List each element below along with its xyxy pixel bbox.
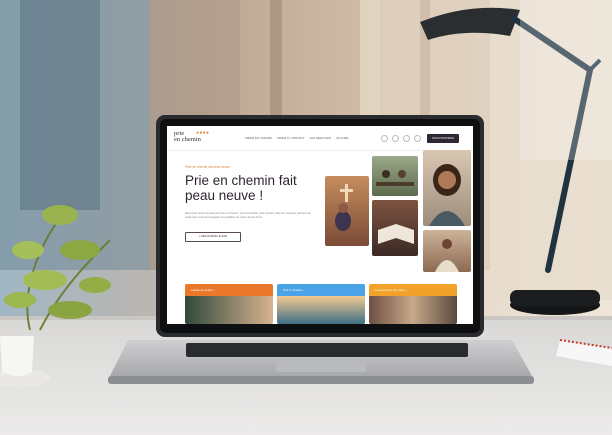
site-header: prie en chemin ●●●● PRIER EN CHEMIN PRIE… xyxy=(167,126,473,151)
tile-label: Laisse-toi guider › xyxy=(191,288,215,292)
hero-description: Découvrez notre nouveau site Prie en Che… xyxy=(185,212,311,219)
tile-image-landscape xyxy=(277,296,365,324)
support-button[interactable]: NOUS SOUTENIR xyxy=(427,134,459,143)
nav-item[interactable]: LES SERVICES xyxy=(310,136,332,140)
nav-item[interactable]: PRIER À L'INSTANT xyxy=(277,136,305,140)
hero-kicker: Prier en chemin fait peau neuve xyxy=(185,165,231,169)
website-screen: prie en chemin ●●●● PRIER EN CHEMIN PRIE… xyxy=(167,126,473,324)
photo-scene: prie en chemin ●●●● PRIER EN CHEMIN PRIE… xyxy=(0,0,612,435)
logo-line2: en chemin xyxy=(174,136,201,143)
tile-guide[interactable]: Laisse-toi guider › xyxy=(185,284,273,324)
hero-title-line1: Prie en chemin fait xyxy=(185,173,297,188)
hero-title-line2: peau neuve ! xyxy=(185,188,264,203)
language-icon[interactable] xyxy=(403,135,410,142)
feature-tiles: Laisse-toi guider › Prie à l'instant › L… xyxy=(185,284,457,324)
portrait-scene xyxy=(429,164,465,226)
praying-scene xyxy=(435,239,459,272)
book-scene xyxy=(378,224,414,244)
logo-dots-icon: ●●●● xyxy=(196,131,210,136)
search-icon[interactable] xyxy=(381,135,388,142)
nav-item[interactable]: PRIER EN CHEMIN xyxy=(245,136,272,140)
discover-button[interactable]: + DÉCOUVRIR LE SITE xyxy=(185,232,241,242)
main-nav: PRIER EN CHEMIN PRIER À L'INSTANT LES SE… xyxy=(245,136,349,140)
nav-item[interactable]: ACCUEIL xyxy=(336,136,349,140)
photo-bench xyxy=(372,156,418,196)
tile-label: Prie à l'instant › xyxy=(283,288,304,292)
hero-title: Prie en chemin fait peau neuve ! xyxy=(185,173,325,203)
tile-paths[interactable]: Les parcours de prière › xyxy=(369,284,457,324)
header-icons xyxy=(381,135,421,142)
site-logo[interactable]: prie en chemin ●●●● xyxy=(174,130,212,143)
bench-scene xyxy=(376,170,414,186)
photo-reading xyxy=(372,200,418,256)
photo-church-prayer xyxy=(325,176,369,246)
tile-image-hands xyxy=(185,296,273,324)
photo-woman-smiling xyxy=(423,150,471,226)
tile-label: Les parcours de prière › xyxy=(375,288,407,292)
cross-icon xyxy=(335,184,353,231)
user-icon[interactable] xyxy=(392,135,399,142)
tile-image-portrait xyxy=(369,296,457,324)
tile-pray-now[interactable]: Prie à l'instant › xyxy=(277,284,365,324)
photo-person-praying xyxy=(423,230,471,272)
menu-icon[interactable] xyxy=(414,135,421,142)
